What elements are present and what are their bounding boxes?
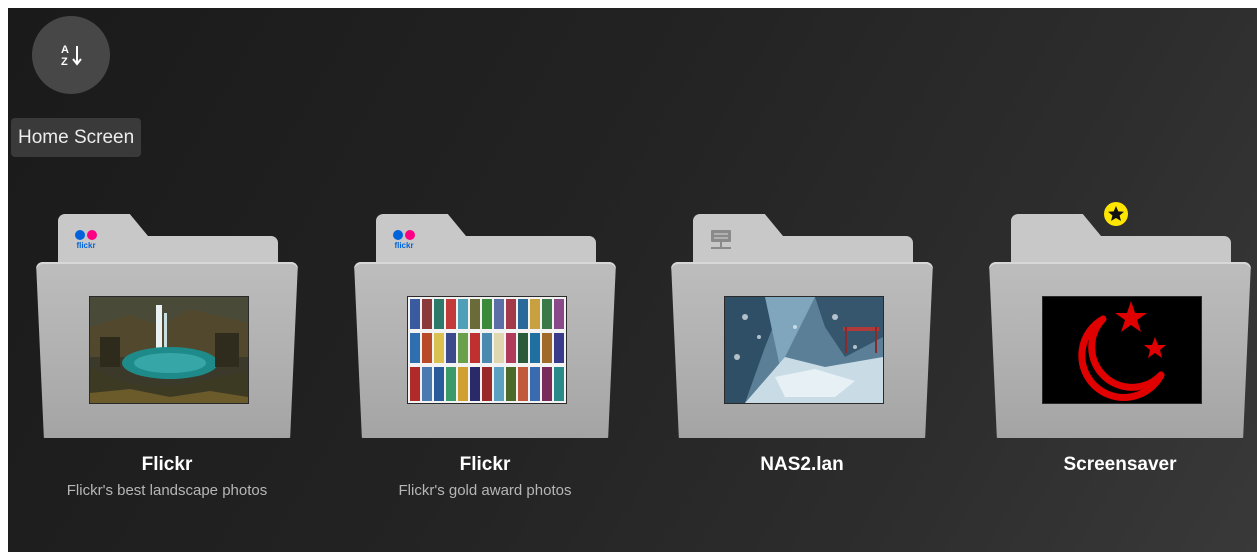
folder-tab-slope (438, 214, 466, 236)
folder-subtitle: Flickr's best landscape photos (66, 482, 268, 499)
flickr-logo-icon: flickr (384, 224, 424, 256)
folder-tab-slope (1073, 214, 1101, 236)
folder-tile-flickr-landscape[interactable]: flickr Flickr Flickr's best landscape ph… (36, 214, 298, 504)
folder-title: Flickr (459, 454, 511, 475)
svg-text:Z: Z (61, 56, 68, 68)
folder-title: NAS2.lan (760, 454, 844, 475)
flickr-logo-icon: flickr (66, 224, 106, 256)
network-server-icon (701, 224, 741, 256)
folder-title: Screensaver (1063, 454, 1177, 475)
folder-thumbnail (1042, 296, 1202, 404)
svg-text:A: A (61, 44, 69, 56)
sort-alpha-icon: A Z (61, 44, 82, 68)
folder-tab-slope (120, 214, 148, 236)
folder-subtitle: Flickr's gold award photos (398, 482, 572, 499)
folder-tile-nas2[interactable]: NAS2.lan (671, 214, 933, 504)
flickr-logo-text: flickr (76, 241, 96, 250)
folder-tab-slope (755, 214, 783, 236)
favorite-star-icon (1104, 202, 1128, 226)
folder-tile-screensaver[interactable]: Screensaver (989, 202, 1251, 504)
folder-thumbnail (89, 296, 249, 404)
home-screen: A Z Home Screen flickr Flickr Flickr's b… (8, 8, 1257, 552)
folder-thumbnail (407, 296, 567, 404)
folder-thumbnail (724, 296, 884, 404)
folder-title: Flickr (141, 454, 193, 475)
folder-tile-flickr-gold[interactable]: flickr Flickr Flickr's gold award photos (354, 214, 616, 504)
section-label: Home Screen (11, 118, 142, 157)
sort-button[interactable]: A Z (32, 16, 110, 94)
flickr-logo-text: flickr (394, 241, 414, 250)
